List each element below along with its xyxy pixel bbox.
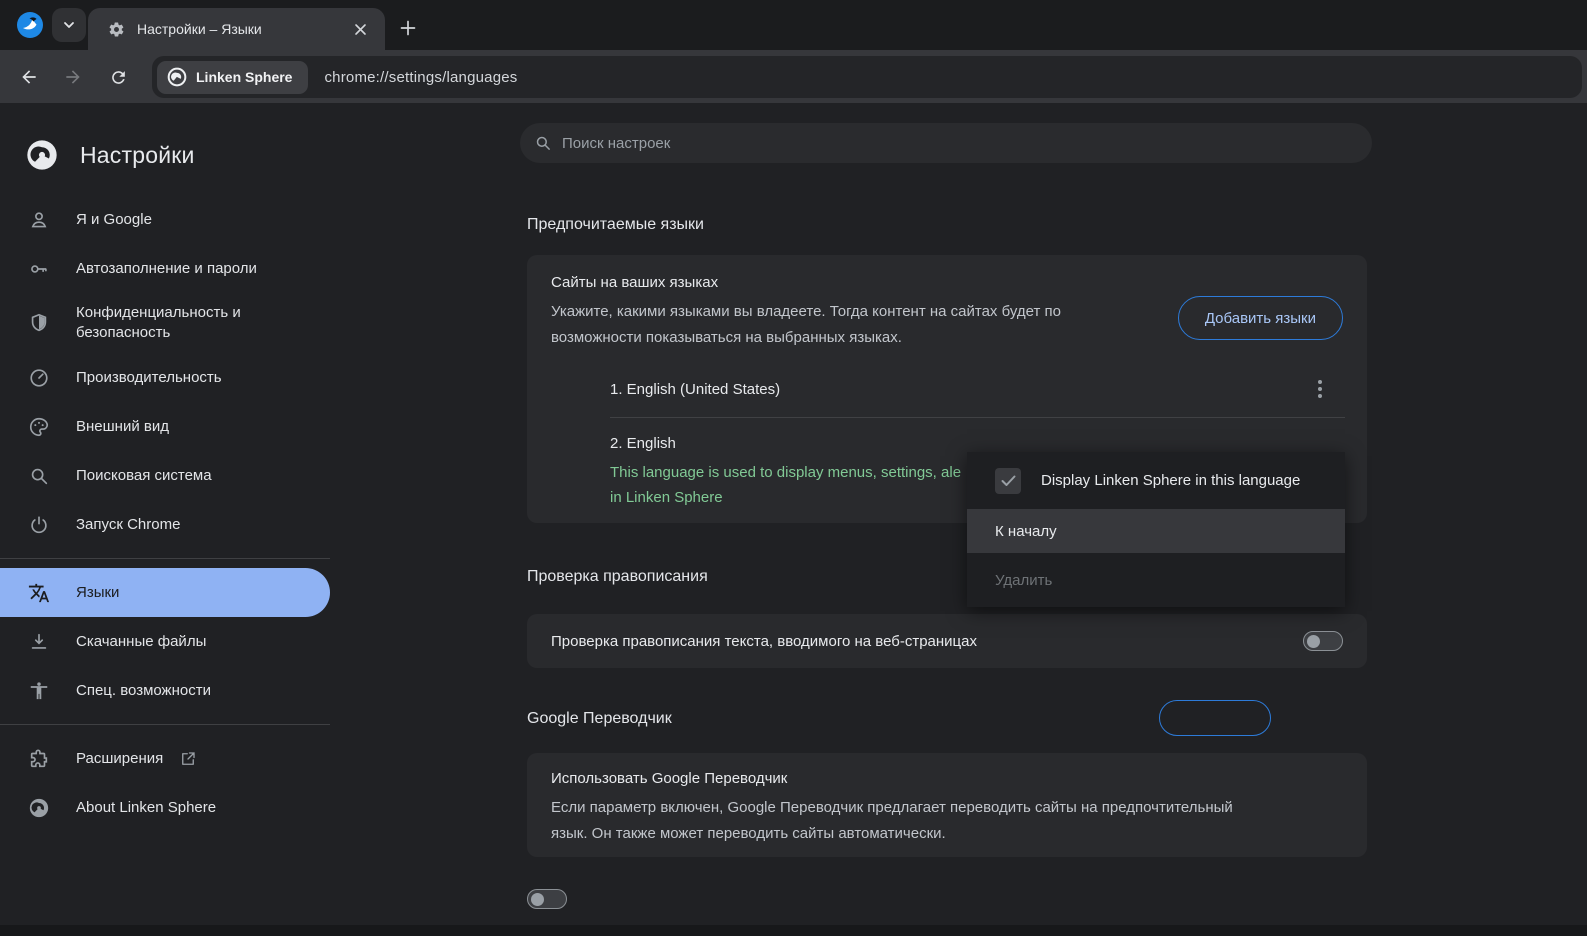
settings-sidebar: Настройки Я и Google Автозаполнение и па… <box>0 103 330 832</box>
section-title-spellcheck: Проверка правописания <box>527 568 708 586</box>
kebab-menu-icon <box>1318 380 1322 398</box>
sidebar-item-search-engine[interactable]: Поисковая система <box>0 451 330 500</box>
sidebar-item-performance[interactable]: Производительность <box>0 353 330 402</box>
translate-desc-line1: Если параметр включен, Google Переводчик… <box>551 795 1343 821</box>
menu-item-delete-disabled: Удалить <box>967 553 1345 607</box>
settings-gear-icon <box>108 21 125 38</box>
spellcheck-toggle-off[interactable] <box>1303 631 1343 651</box>
language-label: 1. English (United States) <box>610 381 1303 398</box>
sidebar-item-about[interactable]: About Linken Sphere <box>0 783 330 832</box>
sidebar-item-downloads[interactable]: Скачанные файлы <box>0 617 330 666</box>
sidebar-item-accessibility[interactable]: Спец. возможности <box>0 666 330 715</box>
active-tab[interactable]: Настройки – Языки <box>88 8 385 50</box>
external-link-icon <box>179 750 197 768</box>
sidebar-item-label: Производительность <box>76 368 222 388</box>
sidebar-item-you-and-google[interactable]: Я и Google <box>0 195 330 244</box>
forward-arrow-icon <box>63 67 83 87</box>
sidebar-item-label: Расширения <box>76 749 163 769</box>
translate-row-title: Использовать Google Переводчик <box>551 769 1343 789</box>
tab-title: Настройки – Языки <box>137 21 349 37</box>
reload-button[interactable] <box>99 58 137 96</box>
toolbar: Linken Sphere chrome://settings/language… <box>0 50 1587 103</box>
sidebar-item-label: Автозаполнение и пароли <box>76 259 257 279</box>
url-text: chrome://settings/languages <box>324 69 517 86</box>
section-title-languages: Предпочитаемые языки <box>527 216 704 234</box>
translate-icon <box>28 582 50 604</box>
sidebar-item-label: Скачанные файлы <box>76 632 206 652</box>
toggle-knob <box>531 893 544 906</box>
plus-icon <box>400 20 416 36</box>
palette-icon <box>28 416 50 438</box>
forward-button[interactable] <box>54 58 92 96</box>
settings-app-logo-icon <box>26 139 58 171</box>
settings-search[interactable] <box>520 123 1372 163</box>
browser-logo-icon <box>16 11 44 39</box>
site-info-chip[interactable]: Linken Sphere <box>157 61 308 94</box>
speedometer-icon <box>28 367 50 389</box>
section-title-translate: Google Переводчик <box>527 710 672 728</box>
search-input[interactable] <box>562 135 1304 152</box>
download-icon <box>28 631 50 653</box>
menu-item-move-to-top[interactable]: К началу <box>967 509 1345 553</box>
toggle-knob <box>1307 635 1320 648</box>
power-icon <box>28 514 50 536</box>
sidebar-item-label: About Linken Sphere <box>76 798 216 818</box>
sidebar-item-label: Поисковая система <box>76 466 212 486</box>
search-icon <box>28 465 50 487</box>
tab-bar: Настройки – Языки <box>0 0 1587 50</box>
spellcheck-row-label: Проверка правописания текста, вводимого … <box>551 633 1303 650</box>
sidebar-item-autofill[interactable]: Автозаполнение и пароли <box>0 244 330 293</box>
spellcheck-card: Проверка правописания текста, вводимого … <box>527 614 1367 668</box>
sidebar-item-extensions[interactable]: Расширения <box>0 734 330 783</box>
linken-sphere-about-icon <box>28 797 50 819</box>
reload-icon <box>109 68 128 87</box>
puzzle-icon <box>28 748 50 770</box>
back-button[interactable] <box>10 58 48 96</box>
sidebar-item-on-startup[interactable]: Запуск Chrome <box>0 500 330 549</box>
sidebar-nav: Я и Google Автозаполнение и пароли Конфи… <box>0 195 330 832</box>
key-icon <box>28 258 50 280</box>
translate-card: Использовать Google Переводчик Если пара… <box>527 753 1367 857</box>
page-title: Настройки <box>80 142 195 169</box>
sidebar-item-languages[interactable]: Языки <box>0 568 330 617</box>
bottom-edge <box>0 925 1587 936</box>
close-icon <box>354 23 367 36</box>
sidebar-divider <box>0 558 330 559</box>
search-icon <box>534 134 552 152</box>
person-icon <box>28 209 50 231</box>
languages-card-title: Сайты на ваших языках <box>551 273 1343 293</box>
back-arrow-icon <box>19 67 39 87</box>
sidebar-item-appearance[interactable]: Внешний вид <box>0 402 330 451</box>
tab-close-button[interactable] <box>349 18 371 40</box>
sidebar-item-privacy[interactable]: Конфиденциальность и безопасность <box>0 293 330 353</box>
language-row-1: 1. English (United States) <box>527 361 1367 417</box>
menu-item-display-language[interactable]: Display Linken Sphere in this language <box>967 452 1345 509</box>
add-languages-button[interactable]: Добавить языки <box>1178 296 1343 340</box>
menu-item-label: Display Linken Sphere in this language <box>1041 472 1300 489</box>
shield-icon <box>28 312 50 334</box>
settings-header: Настройки <box>0 103 330 181</box>
chevron-down-icon <box>62 18 76 32</box>
tab-search-button[interactable] <box>52 8 86 42</box>
sidebar-item-label: Конфиденциальность и безопасность <box>76 303 291 343</box>
translate-toggle-off[interactable] <box>527 889 567 909</box>
check-icon <box>1001 475 1016 487</box>
sidebar-divider <box>0 724 330 725</box>
obscured-focused-button[interactable] <box>1159 700 1271 736</box>
linken-sphere-logo-icon <box>167 67 187 87</box>
sidebar-item-label: Языки <box>76 583 119 603</box>
site-chip-label: Linken Sphere <box>196 69 292 85</box>
address-bar[interactable]: Linken Sphere chrome://settings/language… <box>152 56 1582 98</box>
sidebar-item-label: Спец. возможности <box>76 681 211 701</box>
language-menu-button[interactable] <box>1303 372 1337 406</box>
translate-desc-line2: язык. Он также может переводить сайты ав… <box>551 821 1343 847</box>
language-context-menu: Display Linken Sphere in this language К… <box>967 452 1345 607</box>
sidebar-item-label: Запуск Chrome <box>76 515 180 535</box>
checkbox-checked <box>995 468 1021 494</box>
language-label: 2. English <box>610 435 1343 452</box>
accessibility-icon <box>28 680 50 702</box>
sidebar-item-label: Я и Google <box>76 210 152 230</box>
new-tab-button[interactable] <box>392 12 424 44</box>
sidebar-item-label: Внешний вид <box>76 417 169 437</box>
